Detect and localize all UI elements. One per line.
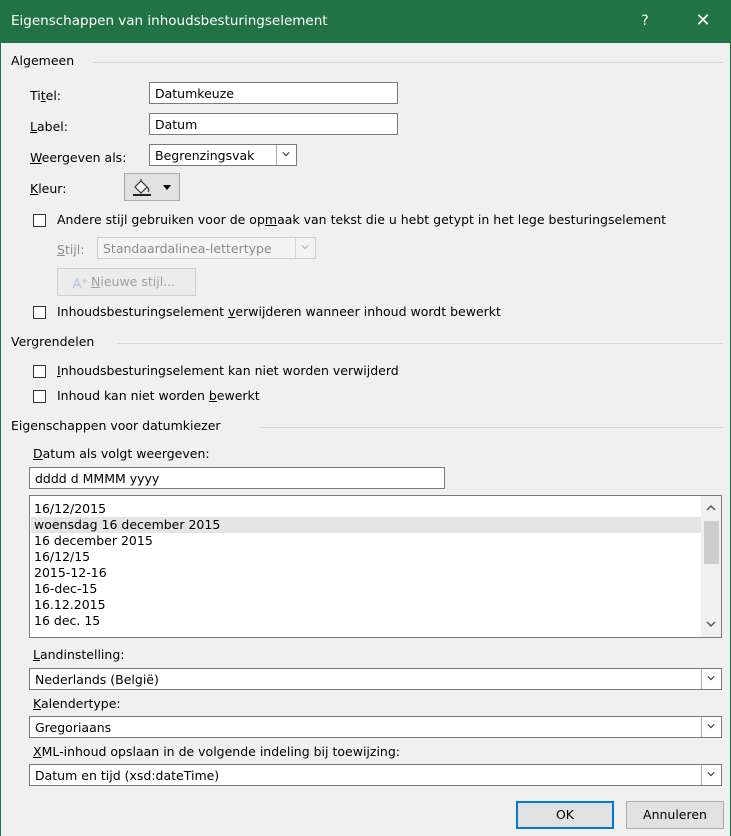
locking-group-title: Vergrendelen (11, 334, 95, 349)
show-as-select[interactable]: Begrenzingsvak (149, 144, 297, 166)
calendar-type-label: Kalendertype: (33, 696, 121, 711)
general-group-title: Algemeen (11, 53, 75, 68)
close-button[interactable]: ✕ (688, 8, 718, 34)
list-item[interactable]: 16-dec-15 (34, 581, 97, 597)
use-style-checkbox[interactable] (33, 214, 46, 227)
remove-when-edited-checkbox[interactable] (33, 306, 46, 319)
paint-bucket-icon (133, 179, 151, 196)
dropdown-button[interactable] (295, 238, 315, 258)
ok-button[interactable]: OK (516, 801, 614, 829)
color-picker-button[interactable] (124, 173, 180, 201)
scroll-up-icon[interactable] (706, 504, 716, 512)
style-label: Stijl: (57, 242, 85, 257)
window-title: Eigenschappen van inhoudsbesturingseleme… (11, 13, 328, 29)
cannot-delete-checkbox[interactable] (33, 365, 46, 378)
date-format-input[interactable]: dddd d MMMM yyyy (29, 467, 445, 489)
new-style-icon (72, 277, 87, 289)
scrollbar-thumb[interactable] (704, 521, 719, 564)
cannot-edit-label: Inhoud kan niet worden bewerkt (57, 388, 260, 403)
new-style-button[interactable]: Nieuwe stijl... (57, 268, 196, 296)
group-divider (93, 62, 723, 63)
date-format-label: Datum als volgt weergeven: (33, 446, 210, 461)
xml-mapping-select[interactable]: Datum en tijd (xsd:dateTime) (29, 764, 722, 786)
scrollbar[interactable] (701, 496, 721, 637)
locale-select[interactable]: Nederlands (België) (29, 668, 722, 690)
date-format-list[interactable]: 16/12/2015 woensdag 16 december 2015 16 … (29, 495, 722, 638)
dropdown-button[interactable] (701, 669, 721, 689)
title-input[interactable]: Datumkeuze (149, 82, 398, 104)
list-item[interactable]: 2015-12-16 (34, 565, 107, 581)
show-as-value: Begrenzingsvak (155, 148, 255, 163)
title-label: Titel: (30, 88, 62, 103)
date-picker-group-title: Eigenschappen voor datumkiezer (11, 418, 221, 433)
style-select[interactable]: Standaardalinea-lettertype (97, 237, 316, 259)
xml-mapping-value: Datum en tijd (xsd:dateTime) (35, 768, 220, 783)
list-item[interactable]: 16.12.2015 (34, 597, 106, 613)
list-item[interactable]: 16/12/2015 (34, 501, 106, 517)
list-item[interactable]: 16 december 2015 (34, 533, 153, 549)
xml-mapping-label: XML-inhoud opslaan in de volgende indeli… (33, 744, 400, 759)
chevron-down-icon (301, 245, 309, 250)
cannot-edit-checkbox[interactable] (33, 390, 46, 403)
locale-label: Landinstelling: (33, 647, 125, 662)
locale-value: Nederlands (België) (35, 672, 159, 687)
help-button[interactable]: ? (633, 9, 657, 33)
group-divider (117, 343, 723, 344)
dropdown-arrow-icon (163, 185, 171, 190)
cannot-delete-label: Inhoudsbesturingselement kan niet worden… (57, 363, 399, 378)
use-style-label: Andere stijl gebruiken voor de opmaak va… (57, 212, 667, 227)
calendar-type-select[interactable]: Gregoriaans (29, 716, 722, 738)
style-value: Standaardalinea-lettertype (103, 241, 272, 256)
new-style-label: Nieuwe stijl... (91, 274, 176, 289)
title-bar: Eigenschappen van inhoudsbesturingseleme… (0, 0, 731, 43)
scroll-down-icon[interactable] (706, 620, 716, 628)
cancel-button[interactable]: Annuleren (626, 801, 724, 829)
remove-when-edited-label: Inhoudsbesturingselement verwijderen wan… (57, 304, 501, 319)
dropdown-button[interactable] (276, 145, 296, 165)
chevron-down-icon (707, 724, 715, 729)
group-divider (260, 427, 723, 428)
chevron-down-icon (707, 772, 715, 777)
chevron-down-icon (707, 676, 715, 681)
tag-label: Label: (30, 119, 68, 134)
list-item[interactable]: 16/12/15 (34, 549, 90, 565)
chevron-down-icon (282, 152, 290, 157)
dropdown-button[interactable] (701, 717, 721, 737)
show-as-label: Weergeven als: (30, 150, 127, 165)
dropdown-button[interactable] (701, 765, 721, 785)
list-item[interactable]: woensdag 16 december 2015 (34, 517, 220, 533)
window-border (0, 43, 1, 836)
tag-input[interactable]: Datum (149, 113, 398, 135)
color-label: Kleur: (30, 181, 67, 196)
list-item[interactable]: 16 dec. 15 (34, 613, 100, 629)
calendar-type-value: Gregoriaans (35, 720, 112, 735)
